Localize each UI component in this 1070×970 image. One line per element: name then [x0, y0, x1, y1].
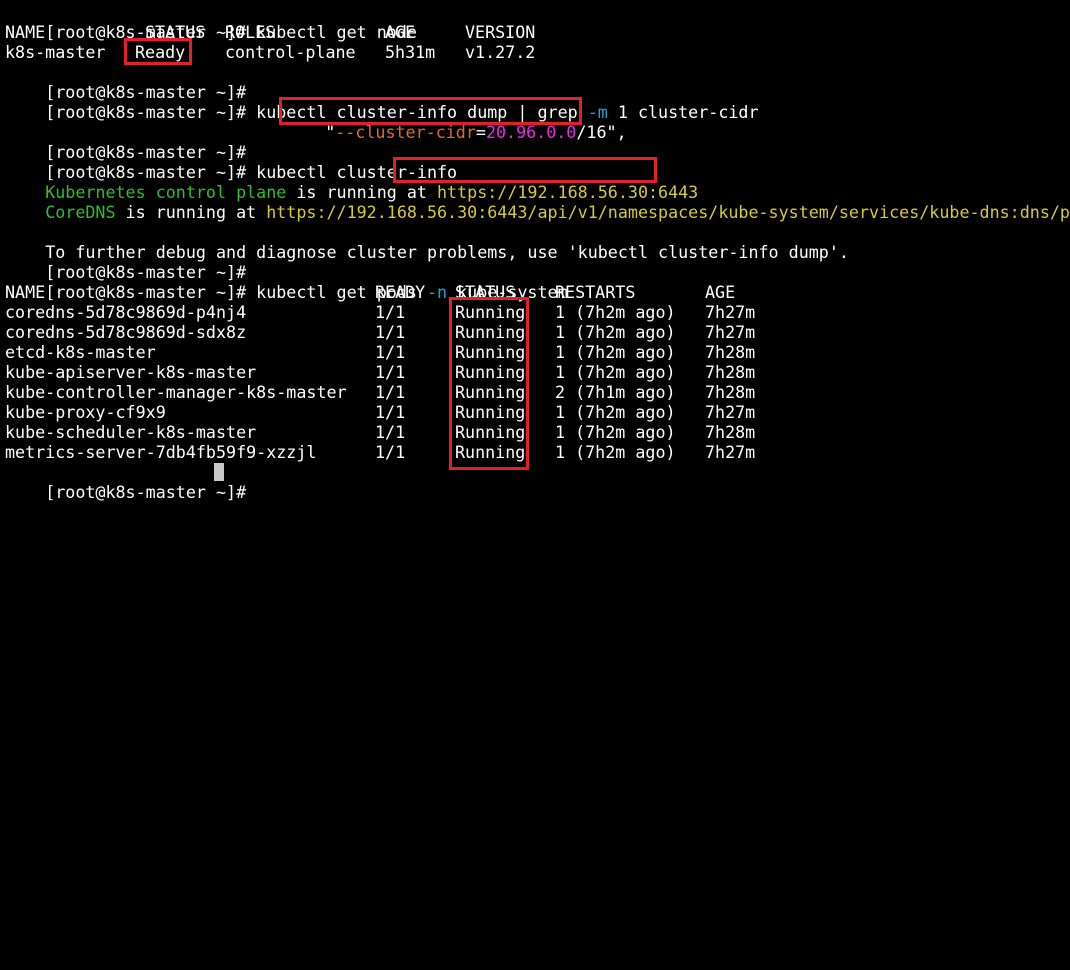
pod-row: coredns-5d78c9869d-p4nj4 1/1 Running 1 (…: [5, 302, 1065, 322]
pod-ready: 1/1: [375, 322, 406, 342]
pod-restarts: 1 (7h2m ago): [555, 422, 676, 442]
prompt-line-empty: [root@k8s-master ~]#: [5, 242, 246, 282]
prompt-line-current[interactable]: [root@k8s-master ~]#: [5, 462, 246, 502]
pod-age: 7h28m: [705, 422, 756, 442]
coredns-line: CoreDNS is running at https://192.168.56…: [5, 182, 1070, 222]
node-version: v1.27.2: [465, 42, 536, 62]
pod-status: Running: [455, 402, 526, 422]
pod-restarts: 1 (7h2m ago): [555, 362, 676, 382]
pod-age: 7h28m: [705, 342, 756, 362]
pods-table-header: NAME READY STATUS RESTARTS AGE: [5, 282, 1065, 302]
pod-row: etcd-k8s-master 1/1 Running 1 (7h2m ago)…: [5, 342, 1065, 362]
cidr-output-line: "--cluster-cidr=20.96.0.0/16",: [285, 102, 626, 142]
pods-header-name: NAME: [5, 282, 46, 302]
cidr-quote: ": [325, 122, 336, 142]
pods-header-restarts: RESTARTS: [555, 282, 636, 302]
shell-prompt: [root@k8s-master ~]#: [45, 102, 247, 122]
node-header-status: STATUS: [145, 22, 206, 42]
prompt-line-get-pods: [root@k8s-master ~]# kubectl get pods -n…: [5, 262, 567, 302]
node-table-row: k8s-master Ready control-plane 5h31m v1.…: [5, 42, 1065, 62]
pod-status: Running: [455, 382, 526, 402]
prompt-line-cidr-dump: [root@k8s-master ~]# kubectl cluster-inf…: [5, 82, 758, 122]
coredns-label: CoreDNS: [45, 202, 116, 222]
node-header-roles: ROLES: [225, 22, 276, 42]
cidr-ip: 20.96.0.0: [485, 122, 577, 142]
pod-name: metrics-server-7db4fb59f9-xzzjl: [5, 442, 317, 462]
node-age: 5h31m: [385, 42, 436, 62]
pod-name: kube-scheduler-k8s-master: [5, 422, 257, 442]
pod-age: 7h27m: [705, 322, 756, 342]
debug-hint-line: To further debug and diagnose cluster pr…: [5, 222, 849, 262]
text-cursor: [214, 463, 224, 481]
prompt-line-get-node: [root@k8s-master ~]# kubectl get node: [5, 2, 417, 42]
running-at-text: is running at: [115, 202, 267, 222]
pod-row: kube-apiserver-k8s-master 1/1 Running 1 …: [5, 362, 1065, 382]
pod-ready: 1/1: [375, 362, 406, 382]
node-header-age: AGE: [385, 22, 416, 42]
pod-restarts: 1 (7h2m ago): [555, 442, 676, 462]
pods-header-status: STATUS: [455, 282, 516, 302]
pod-restarts: 1 (7h2m ago): [555, 322, 676, 342]
pod-name: coredns-5d78c9869d-p4nj4: [5, 302, 247, 322]
pod-status: Running: [455, 362, 526, 382]
terminal-window[interactable]: [root@k8s-master ~]# kubectl get node NA…: [0, 0, 1070, 502]
command-text: 1 cluster-cidr: [607, 102, 759, 122]
pod-status: Running: [455, 342, 526, 362]
pod-ready: 1/1: [375, 402, 406, 422]
pod-restarts: 1 (7h2m ago): [555, 402, 676, 422]
pod-restarts: 1 (7h2m ago): [555, 342, 676, 362]
node-header-name: NAME: [5, 22, 46, 42]
cidr-suffix: /16",: [576, 122, 627, 142]
prompt-line-empty: [root@k8s-master ~]#: [5, 62, 246, 102]
pod-row: kube-proxy-cf9x9 1/1 Running 1 (7h2m ago…: [5, 402, 1065, 422]
pod-age: 7h27m: [705, 442, 756, 462]
pod-restarts: 2 (7h1m ago): [555, 382, 676, 402]
pod-name: kube-apiserver-k8s-master: [5, 362, 257, 382]
pod-age: 7h27m: [705, 302, 756, 322]
pod-restarts: 1 (7h2m ago): [555, 302, 676, 322]
pod-ready: 1/1: [375, 302, 406, 322]
pod-name: etcd-k8s-master: [5, 342, 156, 362]
pod-row: kube-scheduler-k8s-master 1/1 Running 1 …: [5, 422, 1065, 442]
pod-age: 7h28m: [705, 362, 756, 382]
pods-header-ready: READY: [375, 282, 426, 302]
control-plane-line: Kubernetes control plane is running at h…: [5, 162, 698, 202]
node-header-version: VERSION: [465, 22, 536, 42]
shell-prompt: [root@k8s-master ~]#: [45, 482, 247, 502]
pods-header-age: AGE: [705, 282, 736, 302]
pod-status: Running: [455, 322, 526, 342]
node-status: Ready: [135, 42, 186, 62]
pod-ready: 1/1: [375, 442, 406, 462]
node-roles: control-plane: [225, 42, 356, 62]
pod-ready: 1/1: [375, 422, 406, 442]
pod-name: coredns-5d78c9869d-sdx8z: [5, 322, 247, 342]
node-table-header: NAME STATUS ROLES AGE VERSION: [5, 22, 1065, 42]
pod-row: coredns-5d78c9869d-sdx8z 1/1 Running 1 (…: [5, 322, 1065, 342]
cidr-flag: --cluster-cidr: [335, 122, 476, 142]
pod-ready: 1/1: [375, 382, 406, 402]
pod-ready: 1/1: [375, 342, 406, 362]
prompt-line-empty: [root@k8s-master ~]#: [5, 122, 246, 162]
pod-row: metrics-server-7db4fb59f9-xzzjl 1/1 Runn…: [5, 442, 1065, 462]
cidr-eq: =: [475, 122, 486, 142]
pod-status: Running: [455, 422, 526, 442]
coredns-url[interactable]: https://192.168.56.30:6443/api/v1/namesp…: [266, 202, 1070, 222]
pod-age: 7h27m: [705, 402, 756, 422]
pod-name: kube-controller-manager-k8s-master: [5, 382, 347, 402]
pod-row: kube-controller-manager-k8s-master 1/1 R…: [5, 382, 1065, 402]
pod-name: kube-proxy-cf9x9: [5, 402, 166, 422]
node-name: k8s-master: [5, 42, 106, 62]
pod-status: Running: [455, 442, 526, 462]
pod-status: Running: [455, 302, 526, 322]
prompt-line-cluster-info: [root@k8s-master ~]# kubectl cluster-inf…: [5, 142, 457, 182]
pod-age: 7h28m: [705, 382, 756, 402]
